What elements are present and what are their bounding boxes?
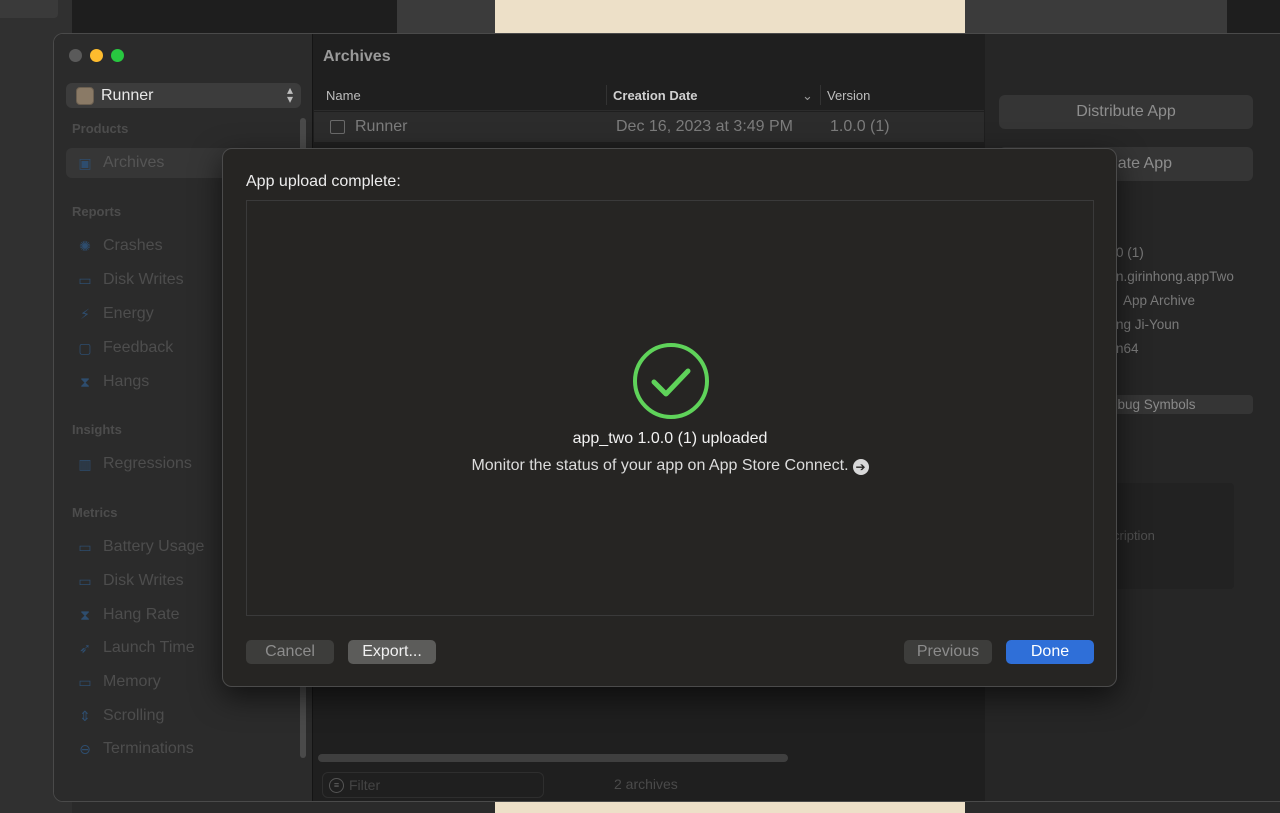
bolt-icon: ⚡ [80, 305, 90, 322]
info-architecture: n64 [1116, 341, 1139, 356]
export-button[interactable]: Export... [348, 640, 436, 664]
sheet-title: App upload complete: [246, 173, 401, 190]
table-row[interactable]: Runner Dec 16, 2023 at 3:49 PM 1.0.0 (1) [314, 112, 984, 142]
cancel-button[interactable]: Cancel [246, 640, 334, 664]
upload-complete-sheet: App upload complete: app_two 1.0.0 (1) u… [222, 148, 1117, 687]
sidebar-item-label: Feedback [103, 339, 174, 356]
desktop-strip [397, 0, 495, 34]
horizontal-scrollbar[interactable] [318, 754, 788, 762]
feedback-icon: ▢ [78, 339, 92, 356]
bar-chart-icon: ▥ [78, 455, 92, 472]
scheme-selector[interactable]: Runner ▴ ▾ [66, 83, 301, 108]
sidebar-item-label: Terminations [103, 740, 194, 757]
section-insights: Insights [72, 422, 122, 437]
desktop-top [72, 0, 1280, 34]
arrow-circle-right-icon[interactable]: ➔ [852, 459, 869, 475]
sidebar-item-label: Disk Writes [103, 271, 184, 288]
zoom-button[interactable] [111, 49, 124, 62]
description-placeholder: cription [1113, 528, 1155, 543]
desktop-strip [965, 0, 1227, 34]
sidebar-item-label: Crashes [103, 237, 163, 254]
sidebar-item-label: Launch Time [103, 639, 195, 656]
column-divider [606, 85, 607, 105]
info-type: App Archive [1123, 293, 1196, 308]
sidebar-item-label: Archives [103, 154, 165, 171]
monitor-status-link[interactable]: Monitor the status of your app on App St… [247, 457, 1093, 475]
desktop-tab [0, 0, 58, 18]
row-date: Dec 16, 2023 at 3:49 PM [616, 118, 793, 135]
archive-count: 2 archives [614, 776, 678, 792]
hourglass-icon: ⧗ [80, 373, 90, 390]
section-reports: Reports [72, 204, 122, 219]
upload-status: app_two 1.0.0 (1) uploaded [572, 430, 768, 447]
column-creation-date[interactable]: Creation Date [613, 88, 698, 103]
sidebar-item-terminations[interactable]: ⊖ Terminations [66, 734, 306, 764]
info-version: 0 (1) [1116, 245, 1144, 260]
row-version: 1.0.0 (1) [830, 118, 890, 135]
archive-icon [330, 120, 345, 134]
section-products: Products [72, 121, 129, 136]
column-divider [820, 85, 821, 105]
archive-icon: ▣ [78, 154, 92, 171]
sidebar-item-scrolling[interactable]: ⇕ Scrolling [66, 701, 306, 731]
monitor-text: Monitor the status of your app on App St… [471, 457, 849, 474]
terminate-icon: ⊖ [79, 740, 91, 757]
distribute-app-button[interactable]: Distribute App [999, 95, 1253, 129]
table-header: Name Creation Date ⌄ Version [314, 79, 984, 111]
hourglass-icon: ⧗ [80, 606, 90, 623]
info-identifier: n.girinhong.appTwo [1116, 269, 1234, 284]
scroll-icon: ⇕ [79, 707, 91, 724]
column-version[interactable]: Version [827, 88, 870, 103]
checkmark-circle-icon [633, 343, 709, 419]
pane-title: Archives [323, 48, 391, 65]
battery-icon: ▭ [78, 538, 92, 555]
scheme-label: Runner [101, 86, 154, 104]
sheet-content: app_two 1.0.0 (1) uploaded Monitor the s… [246, 200, 1094, 616]
info-team: ng Ji-Youn [1116, 317, 1180, 332]
previous-button[interactable]: Previous [904, 640, 992, 664]
filter-field[interactable]: ≡ Filter [322, 772, 544, 798]
crash-icon: ✺ [79, 237, 91, 254]
sidebar-item-label: Disk Writes [103, 572, 184, 589]
row-name: Runner [355, 118, 408, 135]
app-icon [76, 86, 94, 105]
close-button[interactable] [69, 49, 82, 62]
desktop-cream-window [495, 0, 965, 34]
sidebar-item-label: Regressions [103, 455, 192, 472]
sidebar-item-label: Hang Rate [103, 606, 180, 623]
section-metrics: Metrics [72, 505, 118, 520]
chevron-updown-icon: ▴ ▾ [286, 83, 293, 106]
minimize-button[interactable] [90, 49, 103, 62]
sort-chevron-icon: ⌄ [802, 88, 813, 103]
sidebar-item-label: Hangs [103, 373, 150, 390]
disk-icon: ▭ [78, 572, 92, 589]
sidebar-item-label: Memory [103, 673, 161, 690]
filter-icon: ≡ [329, 777, 344, 793]
rocket-icon: ➶ [79, 639, 91, 656]
done-button[interactable]: Done [1006, 640, 1094, 664]
traffic-lights [69, 49, 124, 62]
sidebar-item-label: Battery Usage [103, 538, 205, 555]
filter-placeholder: Filter [349, 777, 381, 793]
sidebar-item-label: Scrolling [103, 707, 165, 724]
column-name[interactable]: Name [326, 88, 361, 103]
sidebar-item-label: Energy [103, 305, 154, 322]
memory-icon: ▭ [78, 673, 92, 690]
disk-icon: ▭ [78, 271, 92, 288]
